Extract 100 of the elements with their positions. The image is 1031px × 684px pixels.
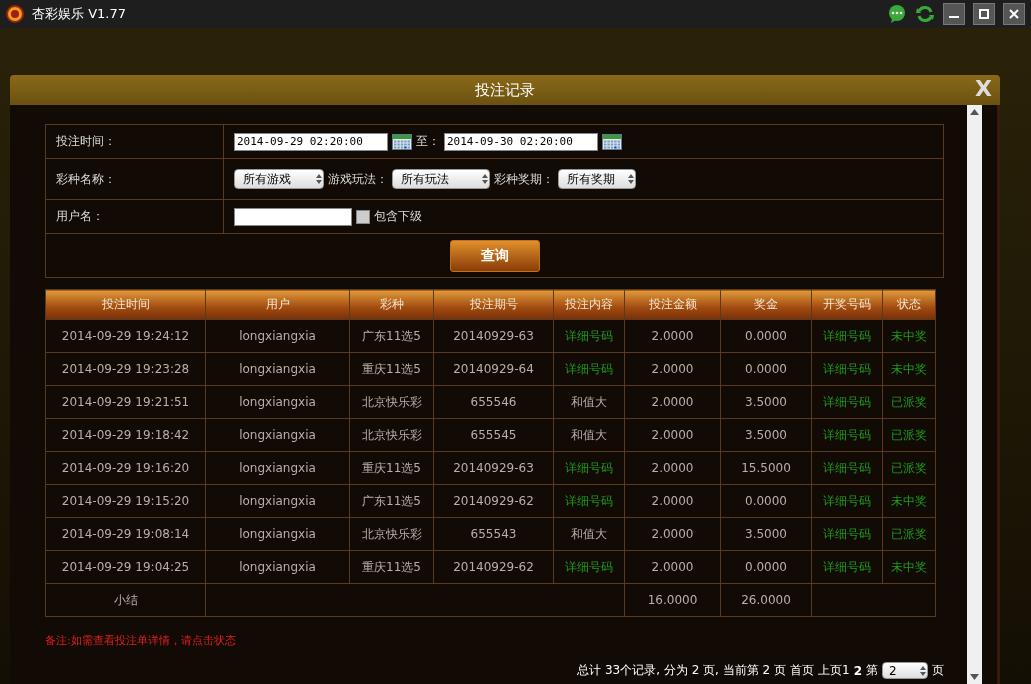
column-header: 彩种 (349, 289, 434, 320)
table-link[interactable]: 详细号码 (553, 484, 625, 518)
refresh-icon[interactable] (915, 4, 935, 24)
table-link[interactable]: 未中奖 (882, 352, 936, 386)
table-cell: 3.5000 (720, 418, 812, 452)
filter-label: 用户名： (46, 200, 224, 234)
table-cell: 26.0000 (720, 583, 812, 617)
table-cell: 2.0000 (624, 550, 721, 584)
table-cell: longxiangxia (205, 517, 350, 551)
filter-label: 投注时间： (46, 125, 224, 159)
table-link[interactable]: 详细号码 (811, 550, 883, 584)
spinner-icon (481, 173, 489, 185)
table-cell: 2.0000 (624, 451, 721, 485)
table-link[interactable]: 已派奖 (882, 418, 936, 452)
maximize-icon (979, 9, 989, 19)
table-link[interactable]: 已派奖 (882, 385, 936, 419)
table-cell: 2014-09-29 19:18:42 (45, 418, 206, 452)
table-cell: 3.5000 (720, 517, 812, 551)
table-cell: 20140929-62 (433, 550, 554, 584)
table-link[interactable]: 详细号码 (553, 352, 625, 386)
table-cell: 655543 (433, 517, 554, 551)
table-cell: 20140929-62 (433, 484, 554, 518)
range-separator: 至： (416, 133, 440, 150)
table-cell: 和值大 (553, 418, 625, 452)
close-icon (1009, 9, 1019, 19)
page-suffix: 页 (932, 662, 944, 679)
scroll-down-icon[interactable] (970, 674, 979, 680)
minimize-button[interactable] (943, 3, 965, 25)
table-cell: 2.0000 (624, 352, 721, 386)
table-link[interactable]: 详细号码 (553, 550, 625, 584)
table-cell: 和值大 (553, 517, 625, 551)
close-button[interactable] (1003, 3, 1025, 25)
table-cell: 0.0000 (720, 319, 812, 353)
table-cell: longxiangxia (205, 451, 350, 485)
table-link[interactable]: 已派奖 (882, 517, 936, 551)
end-date-field[interactable]: 2014-09-30 02:20:00 (444, 132, 598, 151)
table-cell: 2014-09-29 19:16:20 (45, 451, 206, 485)
calendar-icon[interactable] (392, 133, 412, 150)
dropdown[interactable]: 所有奖期 (558, 169, 636, 189)
table-link[interactable]: 详细号码 (811, 319, 883, 353)
table-link[interactable]: 详细号码 (811, 418, 883, 452)
table-cell: 北京快乐彩 (349, 418, 434, 452)
table-link[interactable]: 详细号码 (811, 385, 883, 419)
table-cell: 0.0000 (720, 484, 812, 518)
scroll-up-icon[interactable] (970, 109, 979, 115)
page-link[interactable]: 首页 (790, 662, 814, 679)
filter-label: 彩种名称： (46, 159, 224, 200)
table-link[interactable]: 详细号码 (811, 451, 883, 485)
dropdown[interactable]: 所有游戏 (234, 169, 324, 189)
table-link[interactable]: 已派奖 (882, 451, 936, 485)
column-header: 投注期号 (433, 289, 554, 320)
logo-icon (6, 5, 24, 23)
table-cell: 和值大 (553, 385, 625, 419)
column-header: 奖金 (720, 289, 812, 320)
checkbox-label: 包含下级 (374, 208, 422, 225)
checkbox[interactable] (356, 209, 370, 224)
page-link[interactable]: 上页1 (818, 662, 850, 679)
table-cell: 2014-09-29 19:08:14 (45, 517, 206, 551)
page-dropdown[interactable]: 2 (882, 662, 928, 679)
table-link[interactable]: 详细号码 (811, 352, 883, 386)
maximize-button[interactable] (973, 3, 995, 25)
table-link[interactable]: 未中奖 (882, 319, 936, 353)
table-cell: longxiangxia (205, 319, 350, 353)
search-button[interactable]: 查询 (449, 239, 540, 272)
start-date-field[interactable]: 2014-09-29 02:20:00 (234, 132, 388, 151)
filter-label: 游戏玩法： (328, 170, 388, 188)
scrollbar[interactable] (967, 105, 982, 684)
column-header: 投注内容 (553, 289, 625, 320)
column-header: 状态 (882, 289, 936, 320)
table-cell: 655545 (433, 418, 554, 452)
table-link[interactable]: 详细号码 (553, 319, 625, 353)
table-link[interactable]: 详细号码 (553, 451, 625, 485)
table-link[interactable]: 详细号码 (811, 484, 883, 518)
table-cell: 广东11选5 (349, 484, 434, 518)
username-field[interactable] (234, 207, 352, 226)
table-cell: 2.0000 (624, 385, 721, 419)
table-cell: 2014-09-29 19:23:28 (45, 352, 206, 386)
app-title: 杏彩娱乐 V1.77 (32, 5, 127, 23)
table-cell: 重庆11选5 (349, 451, 434, 485)
chat-icon[interactable] (887, 4, 907, 24)
dropdown[interactable]: 所有玩法 (392, 169, 490, 189)
table-cell: 20140929-63 (433, 319, 554, 353)
table-cell: 2.0000 (624, 319, 721, 353)
table-cell: 2014-09-29 19:21:51 (45, 385, 206, 419)
table-cell: 2014-09-29 19:15:20 (45, 484, 206, 518)
table-cell: 2014-09-29 19:24:12 (45, 319, 206, 353)
table-cell: 2014-09-29 19:04:25 (45, 550, 206, 584)
column-header: 开奖号码 (811, 289, 883, 320)
table-cell: 20140929-63 (433, 451, 554, 485)
table-link[interactable]: 未中奖 (882, 550, 936, 584)
table-cell: 20140929-64 (433, 352, 554, 386)
table-link[interactable]: 详细号码 (811, 517, 883, 551)
close-button[interactable]: X (973, 77, 994, 101)
table-cell: 3.5000 (720, 385, 812, 419)
table-cell: 北京快乐彩 (349, 385, 434, 419)
table-cell: 重庆11选5 (349, 352, 434, 386)
calendar-icon[interactable] (602, 133, 622, 150)
table-link[interactable]: 未中奖 (882, 484, 936, 518)
spinner-icon (315, 173, 323, 185)
note-text: 备注:如需查看投注单详情，请点击状态 (45, 633, 237, 648)
